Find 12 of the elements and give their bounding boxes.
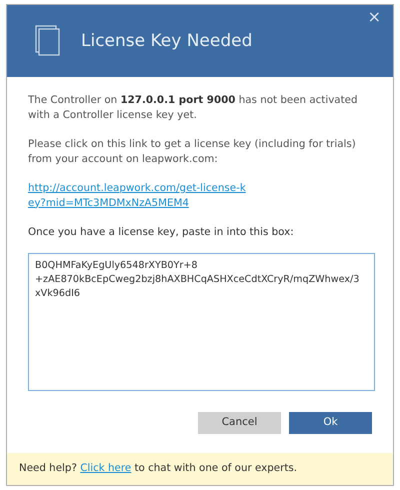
ok-button[interactable]: Ok bbox=[289, 412, 372, 434]
paste-prompt: Once you have a license key, paste in into this box: bbox=[28, 224, 295, 240]
cancel-button[interactable]: Cancel bbox=[198, 412, 281, 434]
dialog-title: License Key Needed bbox=[81, 30, 252, 52]
instruction-text: Please click on this link to get a license key (including for trials) from your account on leapwork.com: bbox=[28, 136, 357, 167]
documents-icon bbox=[35, 25, 61, 57]
license-key-field[interactable]: B0QHMFaKyEgUly6548rXYB0Yr+8 +zAE870kBcEpCweg2bzj8hAXBHCqASHXceCdtXCryR/mqZWhwex/3 xVk96dI6 bbox=[28, 253, 375, 392]
license-link[interactable]: http://account.leapwork.com/get-license-key?mid=MTc3MDMxNzA5MEM4 bbox=[28, 180, 246, 211]
help-link[interactable]: Click here bbox=[80, 462, 132, 474]
close-button[interactable]: × bbox=[364, 7, 385, 26]
help-text: Need help? Click here to chat with one of our experts. bbox=[19, 461, 298, 476]
message-text: The Controller on 127.0.0.1 port 9000 has not been activated with a Controller license key yet. bbox=[28, 93, 359, 123]
